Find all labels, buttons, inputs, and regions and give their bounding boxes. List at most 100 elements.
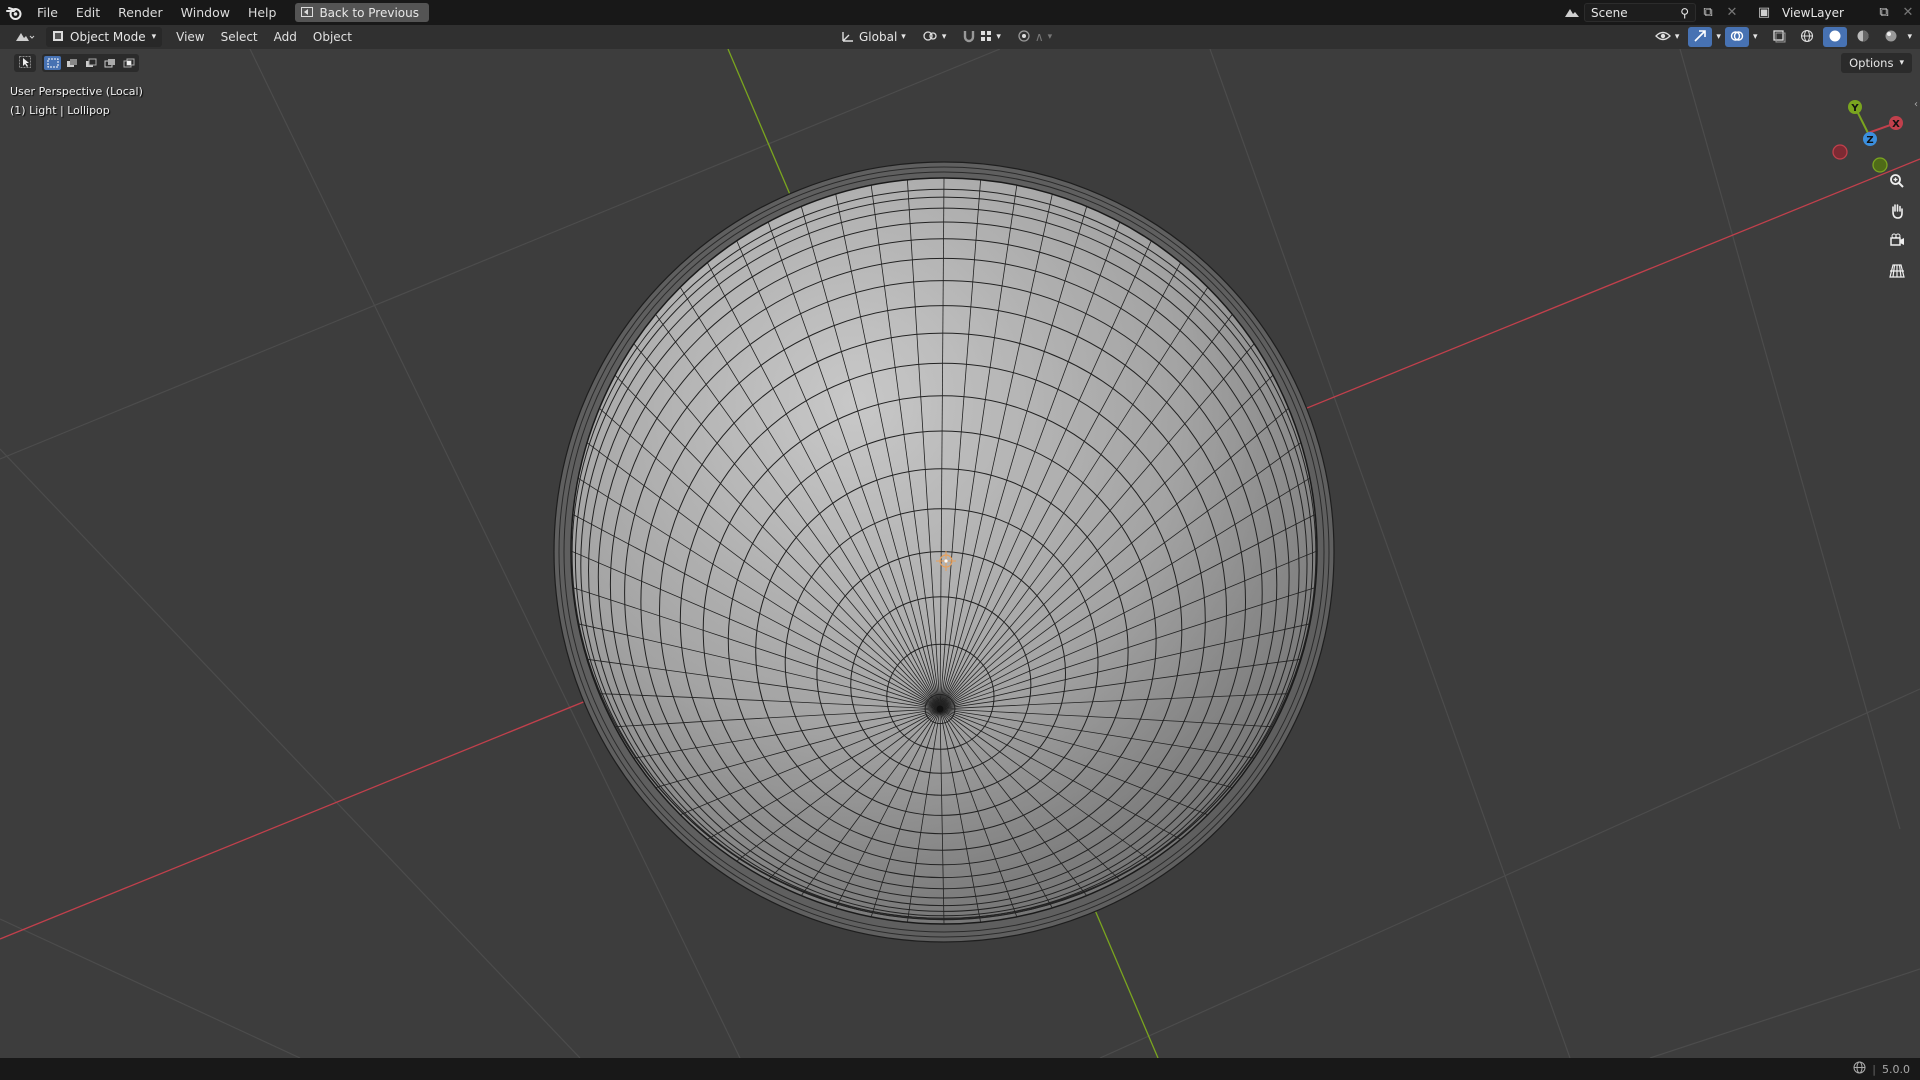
shading-solid-button[interactable]	[1823, 27, 1848, 47]
xray-toggle[interactable]	[1767, 27, 1791, 47]
camera-view-icon[interactable]	[1884, 229, 1910, 253]
y-axis-letter: Y	[1850, 103, 1859, 114]
overlays-icon	[1730, 29, 1744, 46]
delete-viewlayer-icon[interactable]: ✕	[1896, 3, 1920, 22]
x-axis-letter: X	[1892, 119, 1900, 130]
shading-rendered-button[interactable]	[1879, 27, 1903, 47]
new-viewlayer-icon[interactable]: ⧉	[1872, 3, 1896, 22]
options-dropdown[interactable]: Options ▾	[1841, 53, 1912, 73]
perspective-label: User Perspective (Local)	[10, 85, 143, 98]
negative-x-axis-handle	[1832, 144, 1848, 160]
pivot-point-selector[interactable]: ▾	[917, 27, 952, 47]
chevron-down-icon: ▾	[941, 32, 947, 42]
viewport-scene	[0, 49, 1920, 1058]
chevron-down-icon: ▾	[151, 32, 157, 42]
chevron-down-icon[interactable]: ▾	[1753, 32, 1758, 42]
mode-selector[interactable]: Object Mode ▾	[46, 27, 163, 47]
scene-name-field[interactable]: Scene ⚲	[1584, 3, 1696, 22]
menu-object[interactable]: Object	[305, 30, 360, 44]
pan-hand-icon[interactable]	[1884, 199, 1910, 223]
zoom-icon[interactable]	[1884, 169, 1910, 193]
chevron-down-icon[interactable]: ▾	[1716, 32, 1721, 42]
wireframe-sphere-icon	[1800, 29, 1814, 46]
perspective-toggle-icon[interactable]	[1884, 259, 1910, 283]
snap-toggle[interactable]: ▾	[957, 27, 1006, 47]
scene-selector-icon[interactable]	[1560, 3, 1584, 22]
chevron-down-icon: ▾	[1047, 32, 1053, 42]
editor-type-icon[interactable]	[10, 28, 40, 47]
navigation-tools	[1884, 169, 1910, 283]
orientation-icon	[841, 29, 855, 46]
solid-sphere-icon	[1828, 29, 1842, 46]
chevron-down-icon: ▾	[1899, 58, 1904, 68]
menu-add[interactable]: Add	[266, 30, 305, 44]
menu-select[interactable]: Select	[213, 30, 266, 44]
shading-material-button[interactable]	[1851, 27, 1875, 47]
xray-icon	[1772, 29, 1786, 46]
select-tool-button[interactable]	[14, 54, 36, 72]
select-extend-icon[interactable]	[63, 56, 80, 70]
falloff-icon[interactable]: ∧	[1035, 30, 1044, 44]
chevron-down-icon[interactable]: ▾	[1907, 32, 1912, 42]
select-new-icon[interactable]	[44, 56, 61, 70]
sphere-mesh	[570, 177, 1318, 925]
proportional-edit-icon	[1017, 29, 1031, 46]
select-subtract-icon[interactable]	[82, 56, 99, 70]
rendered-sphere-icon	[1884, 29, 1898, 46]
menu-window[interactable]: Window	[172, 0, 239, 25]
top-bar: File Edit Render Window Help Back to Pre…	[0, 0, 1920, 25]
pivot-icon	[922, 29, 938, 46]
gizmo-icon	[1693, 29, 1707, 46]
shading-wireframe-button[interactable]	[1795, 27, 1819, 47]
sidebar-toggle-icon[interactable]: ‹	[1914, 99, 1918, 110]
selection-mode-group	[42, 54, 139, 72]
cursor-icon	[19, 55, 31, 71]
object-mode-icon	[52, 30, 64, 45]
network-icon[interactable]	[1853, 1061, 1866, 1077]
orientation-selector[interactable]: Global ▾	[836, 27, 911, 47]
new-scene-icon[interactable]: ⧉	[1696, 3, 1720, 22]
orientation-label: Global	[859, 30, 898, 44]
eye-icon	[1654, 30, 1671, 45]
options-label: Options	[1849, 56, 1894, 70]
viewlayer-name: ViewLayer	[1782, 5, 1844, 20]
workspace-controls: Scene ⚲ ⧉ ✕ ▣ ViewLayer ⧉ ✕	[1560, 0, 1920, 25]
menu-file[interactable]: File	[28, 0, 67, 25]
select-tool-row	[14, 54, 139, 72]
back-icon	[301, 6, 314, 20]
chevron-down-icon: ▾	[996, 32, 1001, 42]
magnet-icon	[962, 29, 976, 46]
chevron-down-icon: ▾	[901, 32, 906, 42]
delete-scene-icon[interactable]: ✕	[1720, 3, 1744, 22]
3d-viewport[interactable]: User Perspective (Local) (1) Light | Lol…	[0, 49, 1920, 1058]
version-label: 5.0.0	[1882, 1062, 1910, 1076]
select-intersect-icon[interactable]	[120, 56, 137, 70]
z-axis-letter: Z	[1866, 135, 1873, 146]
select-invert-icon[interactable]	[101, 56, 118, 70]
viewport-display-controls: ▾ ▾ ▾ ▾	[1650, 27, 1912, 47]
menu-help[interactable]: Help	[239, 0, 286, 25]
menu-view[interactable]: View	[168, 30, 212, 44]
active-object-label: (1) Light | Lollipop	[10, 104, 110, 117]
viewport-header: Object Mode ▾ View Select Add Object Glo…	[0, 25, 1920, 49]
viewlayer-name-field[interactable]: ViewLayer	[1776, 3, 1872, 22]
back-to-previous-label: Back to Previous	[319, 5, 419, 20]
viewlayer-selector-icon[interactable]: ▣	[1752, 3, 1776, 22]
blender-logo-icon[interactable]	[0, 0, 28, 25]
overlays-toggle[interactable]	[1724, 27, 1749, 47]
transform-controls: Global ▾ ▾ ▾ ∧ ▾	[836, 27, 1057, 47]
mode-label: Object Mode	[70, 30, 146, 44]
navigation-gizmo[interactable]: Y X Z	[1818, 85, 1914, 181]
status-divider: |	[1872, 1062, 1876, 1076]
menu-render[interactable]: Render	[109, 0, 172, 25]
scene-name: Scene	[1591, 5, 1628, 20]
menu-edit[interactable]: Edit	[67, 0, 109, 25]
proportional-editing-toggle[interactable]: ∧ ▾	[1012, 27, 1057, 47]
gizmo-toggle[interactable]	[1688, 27, 1713, 47]
snap-grid-icon[interactable]	[980, 30, 992, 45]
back-to-previous-button[interactable]: Back to Previous	[295, 3, 429, 22]
visibility-selector[interactable]: ▾	[1650, 27, 1685, 47]
status-bar: | 5.0.0	[0, 1058, 1920, 1080]
pin-icon[interactable]: ⚲	[1680, 6, 1689, 20]
chevron-down-icon: ▾	[1674, 32, 1680, 42]
